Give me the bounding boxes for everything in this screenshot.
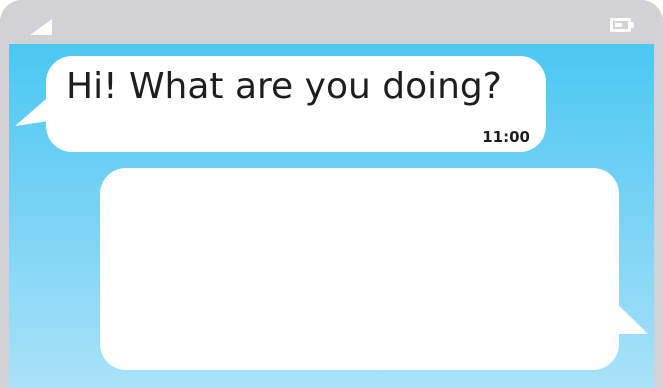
battery-level — [615, 23, 622, 27]
message-timestamp: 11:00 — [482, 128, 530, 146]
signal-icon — [30, 19, 52, 35]
status-bar — [0, 0, 663, 44]
battery-icon — [610, 18, 631, 32]
message-text: Hi! What are you doing? — [66, 66, 502, 107]
outgoing-message-bubble[interactable] — [100, 168, 619, 370]
incoming-message-bubble[interactable]: Hi! What are you doing? 11:00 — [46, 56, 546, 152]
phone-frame: Hi! What are you doing? 11:00 — [0, 0, 663, 388]
chat-screen[interactable]: Hi! What are you doing? 11:00 — [9, 44, 654, 388]
battery-tip — [631, 22, 634, 28]
